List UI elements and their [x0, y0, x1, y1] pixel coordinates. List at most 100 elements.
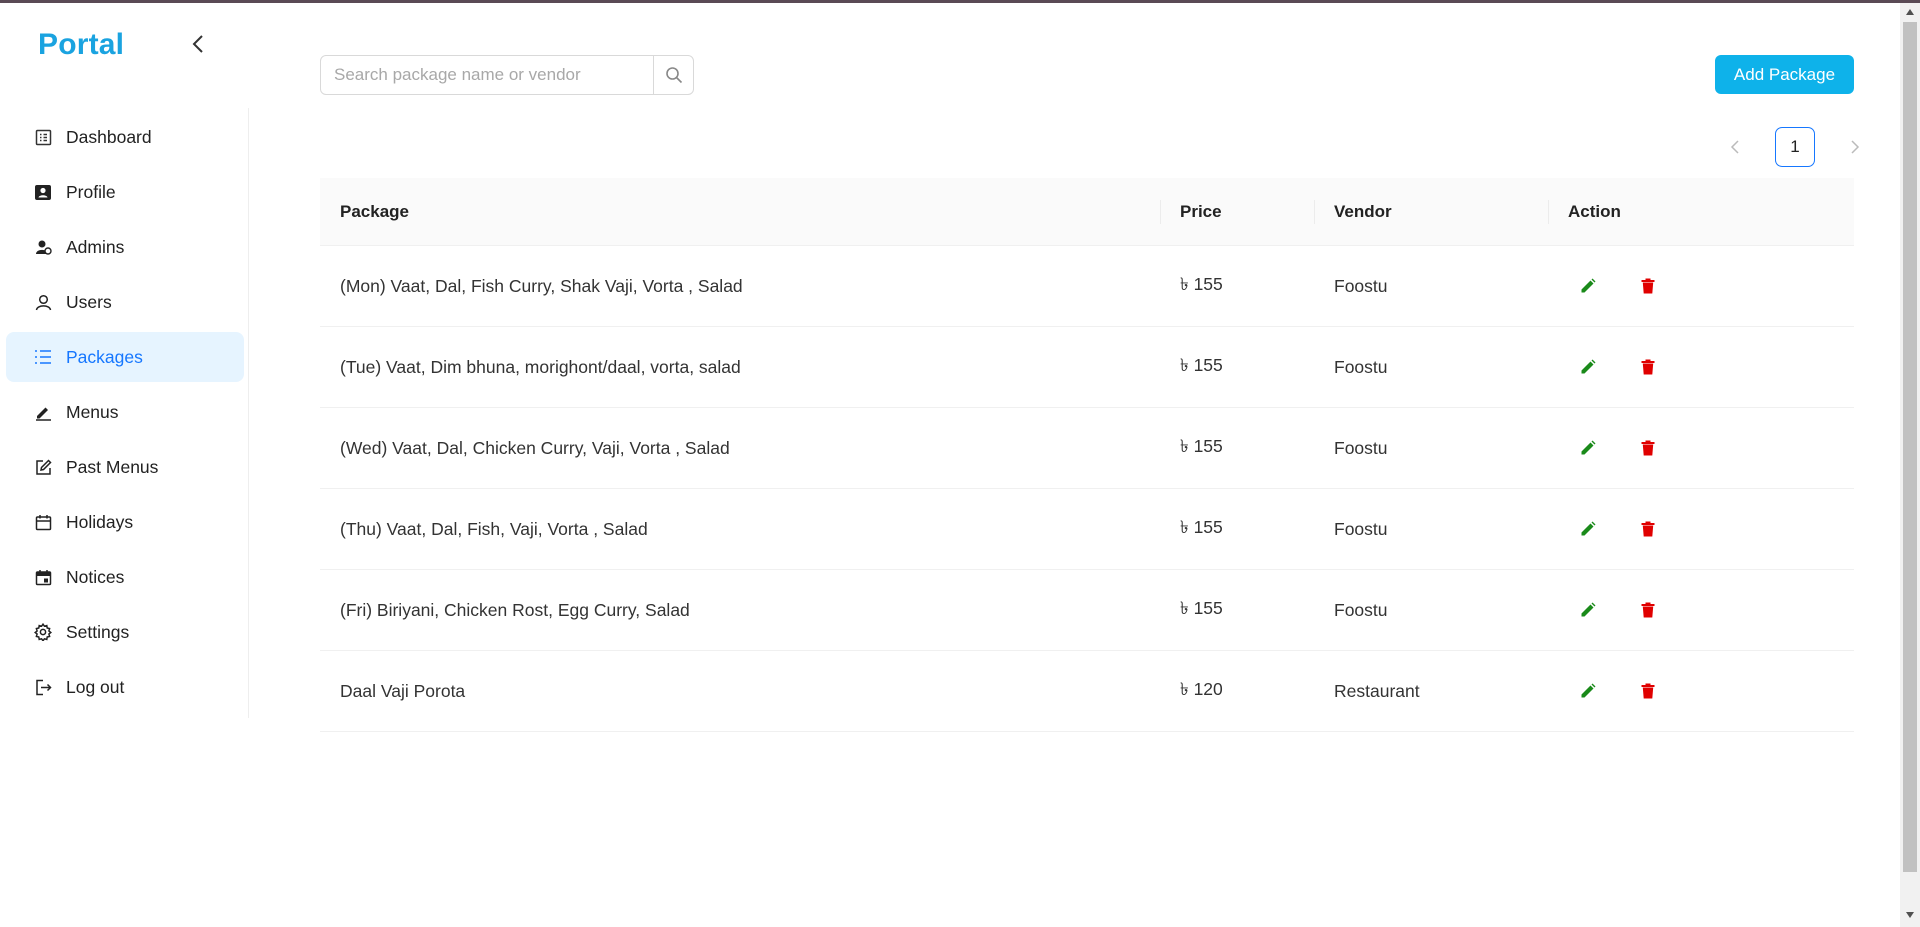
edit-button[interactable]	[1576, 598, 1600, 622]
edit-button[interactable]	[1576, 355, 1600, 379]
calendar-filled-icon	[34, 568, 52, 586]
sidebar-item-menus[interactable]: Menus	[6, 387, 244, 437]
sidebar-item-packages[interactable]: Packages	[6, 332, 244, 382]
delete-button[interactable]	[1636, 517, 1660, 541]
sidebar-item-admins[interactable]: Admins	[6, 222, 244, 272]
column-header-package: Package	[340, 201, 409, 221]
delete-button[interactable]	[1636, 598, 1660, 622]
edit-button[interactable]	[1576, 436, 1600, 460]
sidebar-item-past-menus[interactable]: Past Menus	[6, 442, 244, 492]
pen-icon	[34, 403, 52, 421]
sidebar-item-label: Users	[66, 291, 112, 312]
sidebar-item-label: Menus	[66, 401, 119, 422]
package-cell: (Fri) Biriyani, Chicken Rost, Egg Curry,…	[340, 599, 690, 620]
price-cell: ৳ 155	[1180, 354, 1223, 375]
brand-logo: Portal	[38, 28, 125, 61]
sidebar-item-label: Dashboard	[66, 126, 152, 147]
chevron-right-icon	[1851, 140, 1860, 154]
table-row: (Tue) Vaat, Dim bhuna, morighont/daal, v…	[320, 327, 1854, 408]
vendor-cell: Foostu	[1334, 437, 1388, 458]
package-cell: (Tue) Vaat, Dim bhuna, morighont/daal, v…	[340, 356, 741, 377]
delete-button[interactable]	[1636, 436, 1660, 460]
sidebar-item-label: Profile	[66, 181, 116, 202]
sidebar-item-dashboard[interactable]: Dashboard	[6, 112, 244, 162]
delete-button[interactable]	[1636, 679, 1660, 703]
trash-icon	[1641, 440, 1655, 456]
price-cell: ৳ 155	[1180, 516, 1223, 537]
pagination: 1	[1720, 127, 1870, 167]
sidebar-item-settings[interactable]: Settings	[6, 607, 244, 657]
table-row: (Thu) Vaat, Dal, Fish, Vaji, Vorta , Sal…	[320, 489, 1854, 570]
table-header: Package Price Vendor Action	[320, 178, 1854, 246]
scroll-up-button[interactable]	[1900, 3, 1920, 21]
next-page-button[interactable]	[1840, 127, 1870, 167]
sidebar-item-label: Packages	[66, 346, 143, 367]
add-package-button[interactable]: Add Package	[1715, 55, 1854, 94]
sidebar-item-label: Settings	[66, 621, 130, 642]
price-cell: ৳ 155	[1180, 435, 1223, 456]
search-input[interactable]	[321, 56, 653, 94]
trash-icon	[1641, 359, 1655, 375]
vendor-cell: Foostu	[1334, 356, 1388, 377]
vendor-cell: Foostu	[1334, 275, 1388, 296]
sidebar-item-logout[interactable]: Log out	[6, 662, 244, 712]
trash-icon	[1641, 278, 1655, 294]
column-header-price: Price	[1160, 178, 1314, 245]
sidebar-item-notices[interactable]: Notices	[6, 552, 244, 602]
price-cell: ৳ 120	[1180, 678, 1223, 699]
trash-icon	[1641, 602, 1655, 618]
table-body: (Mon) Vaat, Dal, Fish Curry, Shak Vaji, …	[320, 246, 1854, 732]
pencil-icon	[1581, 278, 1596, 293]
edit-button[interactable]	[1576, 274, 1600, 298]
pencil-icon	[1581, 359, 1596, 374]
vendor-cell: Foostu	[1334, 518, 1388, 539]
trash-icon	[1641, 683, 1655, 699]
packages-table: Package Price Vendor Action (Mon) Vaat, …	[320, 178, 1854, 732]
user-icon	[34, 293, 52, 311]
collapse-sidebar-button[interactable]	[188, 32, 208, 56]
chevron-left-icon	[192, 35, 203, 53]
package-cell: (Thu) Vaat, Dal, Fish, Vaji, Vorta , Sal…	[340, 518, 648, 539]
sidebar-item-label: Past Menus	[66, 456, 159, 477]
delete-button[interactable]	[1636, 274, 1660, 298]
triangle-up-icon	[1906, 9, 1914, 15]
pencil-icon	[1581, 602, 1596, 617]
search-button[interactable]	[653, 56, 693, 94]
column-header-action: Action	[1548, 178, 1854, 245]
sidebar-item-label: Holidays	[66, 511, 134, 532]
price-cell: ৳ 155	[1180, 273, 1223, 294]
action-cell	[1548, 274, 1854, 298]
scrollbar-thumb[interactable]	[1903, 22, 1917, 872]
list-icon	[34, 348, 52, 366]
column-header-vendor: Vendor	[1314, 178, 1548, 245]
sidebar-nav: Dashboard Profile Admins Users Packages …	[6, 112, 244, 717]
pencil-icon	[1581, 521, 1596, 536]
action-cell	[1548, 436, 1854, 460]
action-cell	[1548, 355, 1854, 379]
prev-page-button[interactable]	[1720, 127, 1750, 167]
sidebar-item-profile[interactable]: Profile	[6, 167, 244, 217]
triangle-down-icon	[1906, 912, 1914, 918]
action-cell	[1548, 517, 1854, 541]
gear-icon	[34, 623, 52, 641]
sidebar-item-label: Notices	[66, 566, 125, 587]
sidebar-item-holidays[interactable]: Holidays	[6, 497, 244, 547]
sidebar-divider	[248, 108, 249, 718]
vendor-cell: Foostu	[1334, 599, 1388, 620]
sidebar-item-users[interactable]: Users	[6, 277, 244, 327]
edit-button[interactable]	[1576, 679, 1600, 703]
table-row: (Mon) Vaat, Dal, Fish Curry, Shak Vaji, …	[320, 246, 1854, 327]
admin-icon	[34, 238, 52, 256]
sidebar-item-label: Log out	[66, 676, 125, 697]
page-number-button[interactable]: 1	[1775, 127, 1815, 167]
pencil-icon	[1581, 683, 1596, 698]
package-cell: Daal Vaji Porota	[340, 680, 466, 701]
delete-button[interactable]	[1636, 355, 1660, 379]
scroll-down-button[interactable]	[1900, 906, 1920, 924]
edit-button[interactable]	[1576, 517, 1600, 541]
vendor-cell: Restaurant	[1334, 680, 1420, 701]
table-row: (Wed) Vaat, Dal, Chicken Curry, Vaji, Vo…	[320, 408, 1854, 489]
sidebar-item-label: Admins	[66, 236, 125, 257]
table-row: (Fri) Biriyani, Chicken Rost, Egg Curry,…	[320, 570, 1854, 651]
search-icon	[665, 67, 682, 84]
